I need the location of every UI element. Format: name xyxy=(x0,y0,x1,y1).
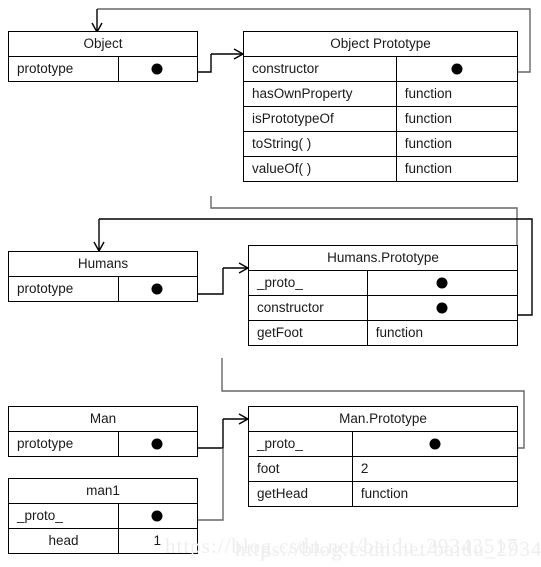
cell-key: valueOf( ) xyxy=(244,157,397,181)
box-object-prototype: Object Prototype constructor hasOwnPrope… xyxy=(243,31,518,182)
table-row: foot 2 xyxy=(249,456,517,481)
box-humans-title: Humans xyxy=(77,256,129,271)
box-humans-prototype-header-row: Humans.Prototype xyxy=(249,246,517,270)
box-humans-header-row: Humans xyxy=(9,252,197,276)
cell-key: head xyxy=(9,529,119,553)
box-man-prototype-title: Man.Prototype xyxy=(339,411,427,426)
table-row: valueOf( ) function xyxy=(244,156,517,181)
cell-value: function xyxy=(375,325,424,340)
box-man-prototype-header-row: Man.Prototype xyxy=(249,407,517,431)
box-object-title: Object xyxy=(83,36,123,51)
cell-value-dot xyxy=(119,57,196,81)
cell-value: function xyxy=(404,111,453,126)
cell-key: hasOwnProperty xyxy=(244,82,397,106)
table-row: constructor xyxy=(244,56,517,81)
table-row: isPrototypeOf function xyxy=(244,106,517,131)
cell-value: function xyxy=(404,161,453,176)
table-row: _proto_ xyxy=(9,503,197,528)
reference-dot-icon xyxy=(151,63,163,75)
box-object-prototype-title: Object Prototype xyxy=(330,36,431,51)
reference-dot-icon xyxy=(151,438,163,450)
box-object: Object prototype xyxy=(8,31,198,82)
box-object-prototype-header-row: Object Prototype xyxy=(244,32,517,56)
box-man1-header-row: man1 xyxy=(9,479,197,503)
box-man-title: Man xyxy=(89,411,117,426)
table-row: prototype xyxy=(9,56,197,81)
cell-key: prototype xyxy=(9,57,119,81)
table-row: toString( ) function xyxy=(244,131,517,156)
cell-key: constructor xyxy=(249,296,368,320)
table-row: _proto_ xyxy=(249,270,517,295)
cell-value: 2 xyxy=(360,461,369,476)
reference-dot-icon xyxy=(436,302,448,314)
cell-value-dot xyxy=(368,296,517,320)
box-humans: Humans prototype xyxy=(8,251,198,302)
cell-key: _proto_ xyxy=(9,504,119,528)
cell-key: prototype xyxy=(9,432,119,456)
cell-key: isPrototypeOf xyxy=(244,107,397,131)
cell-key: getHead xyxy=(249,482,353,506)
cell-value-dot xyxy=(119,504,196,528)
table-row: _proto_ xyxy=(249,431,517,456)
table-row: getHead function xyxy=(249,481,517,506)
box-man1-title: man1 xyxy=(86,483,120,498)
table-row: prototype xyxy=(9,431,197,456)
table-row: getFoot function xyxy=(249,320,517,345)
box-object-header-row: Object xyxy=(9,32,197,56)
cell-key: constructor xyxy=(244,57,397,81)
reference-dot-icon xyxy=(436,277,448,289)
cell-value-dot xyxy=(368,271,517,295)
cell-key: _proto_ xyxy=(249,271,368,295)
table-row: prototype xyxy=(9,276,197,301)
watermark-text-b: https://blog.csdn.net/baidu_29343517 xyxy=(235,537,541,561)
reference-dot-icon xyxy=(151,510,163,522)
cell-key: getFoot xyxy=(249,321,368,345)
cell-value-dot xyxy=(353,432,517,456)
cell-value: function xyxy=(404,86,453,101)
box-humans-prototype: Humans.Prototype _proto_ constructor get… xyxy=(248,245,518,346)
cell-key: prototype xyxy=(9,277,119,301)
cell-key: foot xyxy=(249,457,353,481)
box-man: Man prototype xyxy=(8,406,198,457)
box-humans-prototype-title: Humans.Prototype xyxy=(327,250,439,265)
box-man-header-row: Man xyxy=(9,407,197,431)
reference-dot-icon xyxy=(451,63,463,75)
box-man-prototype: Man.Prototype _proto_ foot 2 getHead fun… xyxy=(248,406,518,507)
table-row: hasOwnProperty function xyxy=(244,81,517,106)
cell-value: function xyxy=(360,486,409,501)
cell-value-dot xyxy=(119,277,196,301)
table-row: constructor xyxy=(249,295,517,320)
reference-dot-icon xyxy=(151,283,163,295)
cell-key: _proto_ xyxy=(249,432,353,456)
cell-value-dot xyxy=(397,57,517,81)
reference-dot-icon xyxy=(429,438,441,450)
diagram-canvas: Object prototype Object Prototype constr… xyxy=(0,0,541,567)
cell-key: toString( ) xyxy=(244,132,397,156)
cell-value: function xyxy=(404,136,453,151)
cell-value-dot xyxy=(119,432,196,456)
